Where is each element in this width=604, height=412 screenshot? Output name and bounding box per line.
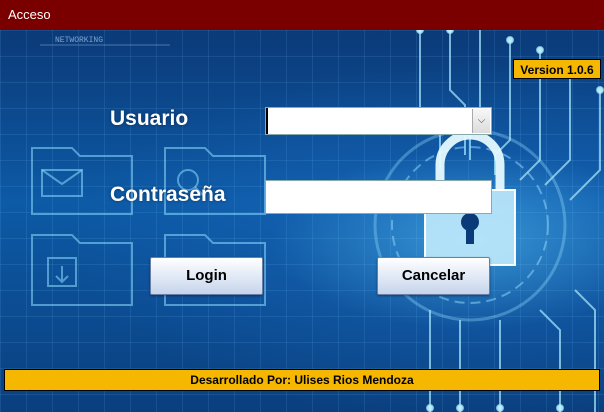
user-label: Usuario [110, 107, 189, 130]
footer-credit: Desarrollado Por: Ulises Rios Mendoza [4, 369, 600, 391]
password-field[interactable] [265, 180, 492, 214]
cancel-button[interactable]: Cancelar [377, 257, 490, 295]
login-button[interactable]: Login [150, 257, 263, 295]
networking-text: NETWORKING [55, 36, 103, 45]
password-input[interactable] [266, 181, 491, 213]
window-title: Acceso [8, 7, 51, 22]
password-label: Contraseña [110, 183, 226, 206]
user-combobox[interactable]: ⌵ [265, 107, 492, 135]
chevron-down-icon[interactable]: ⌵ [472, 109, 490, 133]
version-badge: Version 1.0.6 [513, 59, 601, 79]
window-titlebar: Acceso [0, 0, 604, 30]
user-input[interactable] [266, 108, 474, 134]
login-background: NETWORKING Version 1.0.6 Usuario ⌵ Contr… [0, 30, 604, 412]
background-artwork: NETWORKING [31, 30, 604, 412]
